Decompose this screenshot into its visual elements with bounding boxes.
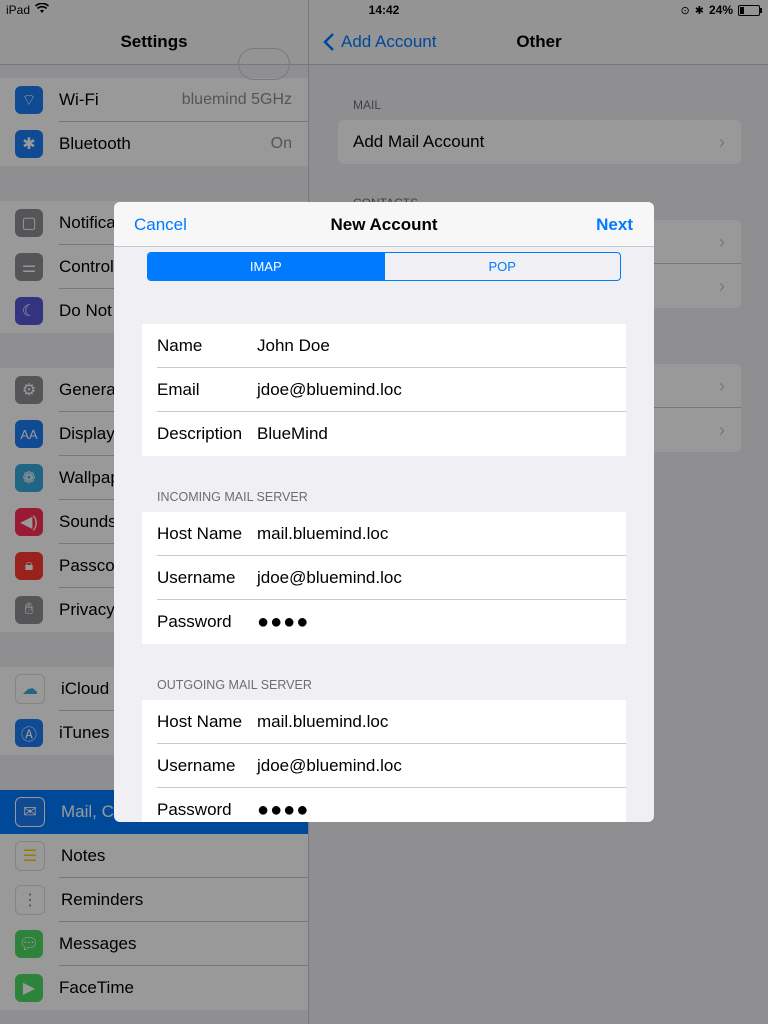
email-field[interactable]: Email jdoe@bluemind.loc (142, 368, 626, 412)
incoming-username-field[interactable]: Username jdoe@bluemind.loc (142, 556, 626, 600)
outgoing-hostname-field[interactable]: Host Name mail.bluemind.loc (142, 700, 626, 744)
incoming-hostname-field[interactable]: Host Name mail.bluemind.loc (142, 512, 626, 556)
incoming-password-field[interactable]: Password ●●●● (142, 600, 626, 644)
outgoing-server-group: Host Name mail.bluemind.loc Username jdo… (142, 700, 626, 822)
segment-pop[interactable]: POP (383, 253, 621, 280)
outgoing-server-header: OUTGOING MAIL SERVER (157, 678, 312, 692)
modal-nav-bar: Cancel New Account Next (114, 202, 654, 247)
battery-percent: 24% (708, 3, 733, 17)
next-button[interactable]: Next (596, 215, 633, 235)
new-account-modal: Cancel New Account Next IMAP POP Name Jo… (114, 202, 654, 822)
battery-icon (738, 4, 762, 16)
clock: 14:42 (368, 3, 400, 17)
protocol-segmented-control: IMAP POP (147, 252, 621, 281)
account-info-group: Name John Doe Email jdoe@bluemind.loc De… (142, 324, 626, 456)
segment-imap[interactable]: IMAP (148, 253, 384, 280)
name-field[interactable]: Name John Doe (142, 324, 626, 368)
outgoing-username-field[interactable]: Username jdoe@bluemind.loc (142, 744, 626, 788)
bluetooth-status-icon: ✱ (694, 4, 704, 17)
incoming-server-group: Host Name mail.bluemind.loc Username jdo… (142, 512, 626, 644)
modal-title: New Account (330, 215, 438, 234)
outgoing-password-field[interactable]: Password ●●●● (142, 788, 626, 822)
incoming-server-header: INCOMING MAIL SERVER (157, 490, 308, 504)
orientation-lock-icon: ⊙ (680, 4, 690, 17)
description-field[interactable]: Description BlueMind (142, 412, 626, 456)
status-bar: iPad 14:42 ⊙ ✱ 24% (0, 0, 768, 20)
